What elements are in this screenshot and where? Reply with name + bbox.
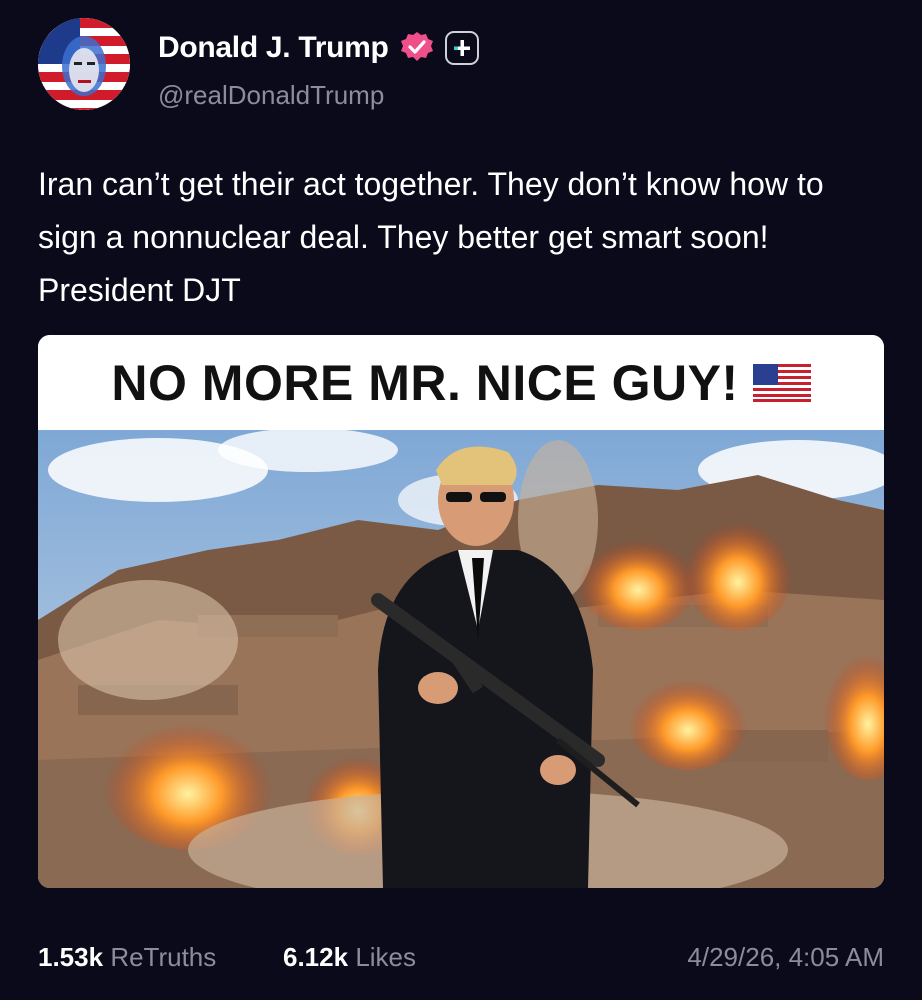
likes-label: Likes: [355, 942, 417, 972]
media-image: [38, 430, 884, 888]
post-text: Iran can’t get their act together. They …: [38, 166, 824, 308]
avatar[interactable]: [38, 18, 130, 110]
retruths-count: 1.53k: [38, 942, 104, 972]
name-row: Donald J. Trump: [158, 30, 479, 66]
media-banner: NO MORE MR. NICE GUY!: [38, 335, 884, 430]
plus-badge-icon: [444, 31, 479, 65]
verified-badge-icon: [400, 32, 433, 61]
retruths-label: ReTruths: [110, 942, 217, 972]
handle[interactable]: @realDonaldTrump: [158, 80, 384, 111]
likes-count: 6.12k: [283, 942, 349, 972]
post-timestamp[interactable]: 4/29/26, 4:05 AM: [687, 942, 884, 973]
retruths-stat[interactable]: 1.53k ReTruths: [38, 942, 216, 973]
flag-portrait-avatar-icon: [38, 18, 130, 110]
post-media[interactable]: NO MORE MR. NICE GUY!: [38, 335, 884, 888]
post-header: Donald J. Trump @realDonaldTrump: [38, 18, 898, 118]
likes-stat[interactable]: 6.12k Likes: [283, 942, 416, 973]
post-stats: 1.53k ReTruths 6.12k Likes 4/29/26, 4:05…: [38, 942, 884, 978]
us-flag-icon: [752, 363, 811, 402]
battle-scene-illustration: [38, 430, 884, 888]
display-name[interactable]: Donald J. Trump: [158, 31, 389, 65]
banner-text: NO MORE MR. NICE GUY!: [111, 354, 739, 411]
